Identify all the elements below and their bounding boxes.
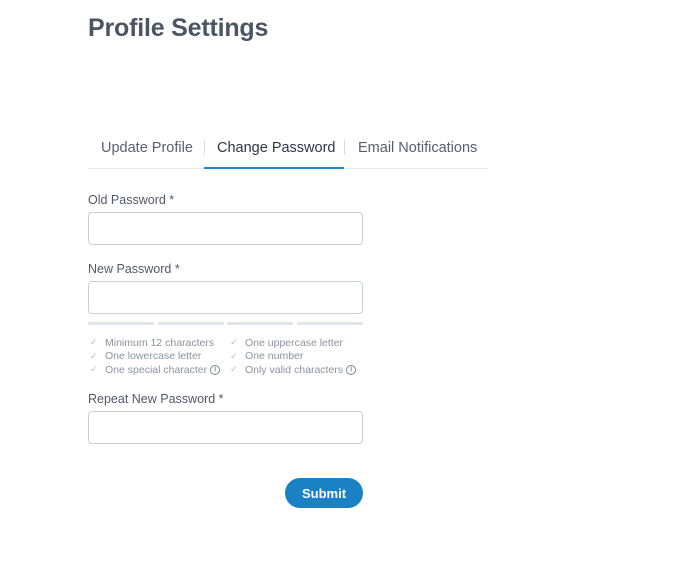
check-icon: ✓ xyxy=(90,364,98,375)
page-title: Profile Settings xyxy=(88,14,269,42)
tab-label: Email Notifications xyxy=(358,140,478,156)
strength-segment xyxy=(296,322,363,325)
strength-segment xyxy=(227,322,294,325)
new-password-input[interactable] xyxy=(88,281,363,314)
tab-update-profile[interactable]: Update Profile xyxy=(88,128,204,168)
tab-divider xyxy=(344,139,345,155)
info-icon[interactable]: i xyxy=(210,364,221,375)
check-icon: ✓ xyxy=(230,337,238,348)
repeat-password-label: Repeat New Password * xyxy=(88,392,224,406)
check-icon: ✓ xyxy=(230,350,238,361)
old-password-label: Old Password * xyxy=(88,193,175,207)
submit-button[interactable]: Submit xyxy=(285,478,363,508)
info-icon[interactable]: i xyxy=(346,364,357,375)
requirement-valid-characters: ✓ Only valid characters i xyxy=(230,364,357,376)
check-icon: ✓ xyxy=(90,350,98,361)
check-icon: ✓ xyxy=(90,337,98,348)
requirement-number: ✓ One number xyxy=(230,350,304,363)
password-strength-meter xyxy=(88,322,363,325)
requirement-lowercase: ✓ One lowercase letter xyxy=(90,350,202,363)
requirement-uppercase: ✓ One uppercase letter xyxy=(230,336,344,349)
repeat-password-input[interactable] xyxy=(88,411,363,444)
requirement-min-length: ✓ Minimum 12 characters xyxy=(90,336,215,349)
old-password-input[interactable] xyxy=(88,212,363,245)
tab-change-password[interactable]: Change Password xyxy=(204,128,344,169)
tab-divider xyxy=(204,139,205,155)
strength-segment xyxy=(157,322,224,325)
password-requirements: ✓ Minimum 12 characters ✓ One uppercase … xyxy=(90,336,370,377)
tab-email-notifications[interactable]: Email Notifications xyxy=(344,128,488,168)
tab-label: Change Password xyxy=(217,140,336,156)
requirement-special-character: ✓ One special character i xyxy=(90,364,230,376)
strength-segment xyxy=(88,322,154,325)
settings-tabs: Update Profile Change Password Email Not… xyxy=(88,128,488,169)
tab-label: Update Profile xyxy=(101,140,193,156)
check-icon: ✓ xyxy=(230,364,238,375)
new-password-label: New Password * xyxy=(88,262,180,276)
